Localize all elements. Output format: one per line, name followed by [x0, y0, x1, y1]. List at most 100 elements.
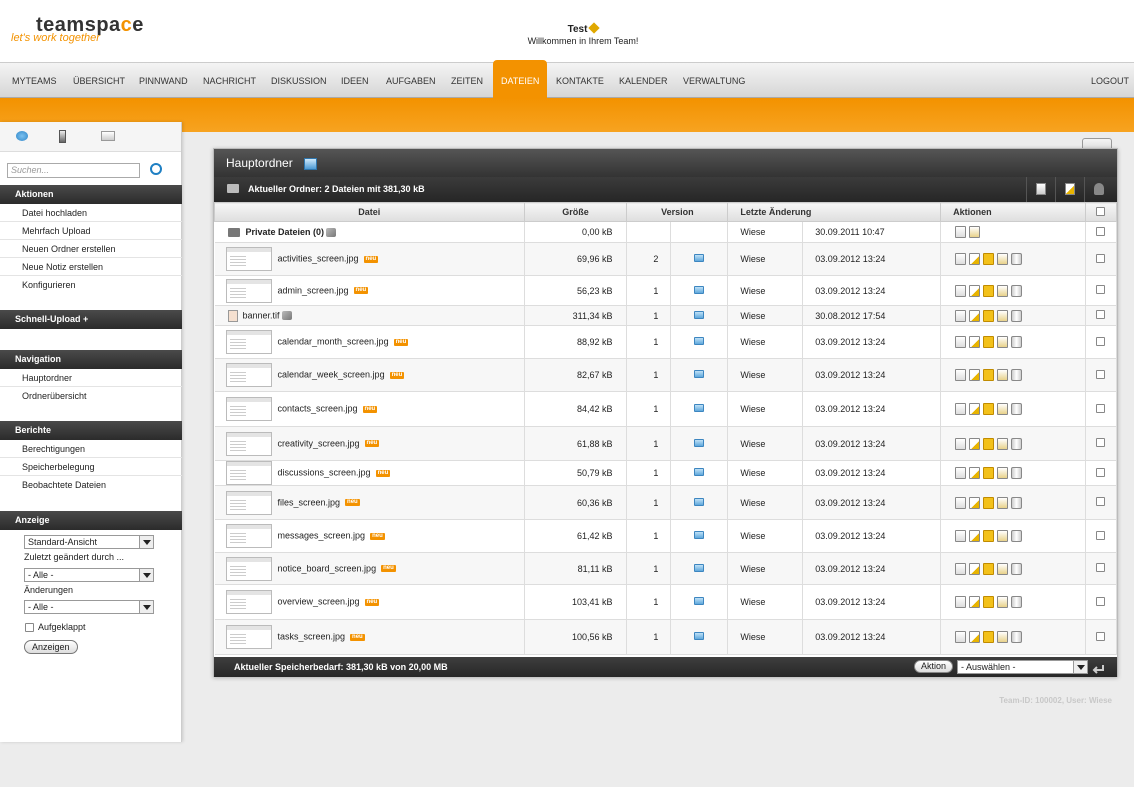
version-history-icon[interactable] — [694, 310, 705, 319]
delete-icon[interactable] — [1011, 530, 1023, 542]
move-icon[interactable] — [997, 562, 1009, 575]
view-select[interactable]: Standard-Ansicht — [24, 535, 154, 549]
table-row[interactable]: calendar_month_screen.jpg neu 88,92 kB 1 Wie… — [214, 325, 1118, 359]
view-icon[interactable] — [955, 369, 967, 381]
lock-icon[interactable] — [983, 631, 995, 643]
view-icon[interactable] — [955, 631, 967, 643]
row-checkbox[interactable] — [1096, 530, 1106, 540]
file-thumbnail[interactable] — [225, 590, 272, 614]
file-name-link[interactable]: Private Dateien (0) — [246, 227, 325, 237]
lock-icon[interactable] — [983, 336, 995, 348]
edit-pencil-icon[interactable] — [588, 22, 601, 34]
lock-icon[interactable] — [983, 437, 995, 450]
changes-select[interactable]: - Alle - — [24, 600, 154, 614]
lock-icon[interactable] — [983, 496, 995, 509]
table-row[interactable]: Private Dateien (0) 0,00 kB Wiese 30.09.201… — [214, 221, 1118, 243]
select-all-checkbox[interactable] — [1096, 206, 1106, 216]
delete-icon[interactable] — [1011, 309, 1023, 322]
row-checkbox[interactable] — [1096, 467, 1106, 477]
file-name-link[interactable]: contacts_screen.jpg — [278, 403, 358, 413]
chat-icon[interactable] — [16, 131, 28, 141]
lock-icon[interactable] — [983, 467, 995, 479]
return-arrow-icon[interactable] — [1092, 661, 1104, 674]
lock-icon[interactable] — [983, 284, 995, 297]
move-icon[interactable] — [997, 467, 1009, 479]
file-name-link[interactable]: discussions_screen.jpg — [278, 467, 371, 477]
file-thumbnail[interactable] — [225, 431, 272, 456]
table-row[interactable]: calendar_week_screen.jpg neu 82,67 kB 1 Wies… — [214, 358, 1118, 392]
changed-by-select[interactable]: - Alle - — [24, 568, 154, 582]
lock-icon[interactable] — [983, 530, 995, 542]
delete-icon[interactable] — [1011, 631, 1023, 643]
file-thumbnail[interactable] — [225, 278, 272, 303]
file-thumbnail[interactable] — [225, 397, 272, 421]
view-icon[interactable] — [955, 596, 967, 608]
file-thumbnail[interactable] — [225, 247, 272, 271]
row-checkbox[interactable] — [1096, 285, 1106, 294]
view-icon[interactable] — [955, 562, 967, 575]
sidebar-link-speicherbelegung[interactable]: Speicherbelegung — [0, 458, 182, 476]
edit-icon[interactable] — [969, 437, 981, 450]
version-history-icon[interactable] — [694, 285, 705, 294]
search-input[interactable]: Suchen... — [7, 163, 140, 178]
view-icon[interactable] — [955, 437, 967, 450]
row-checkbox[interactable] — [1096, 336, 1106, 346]
view-icon[interactable] — [955, 530, 967, 542]
edit-icon[interactable] — [969, 562, 981, 575]
table-row[interactable]: files_screen.jpg neu 60,36 kB 1 Wiese 03.09.2… — [214, 485, 1118, 520]
mail-icon[interactable] — [101, 131, 115, 141]
table-row[interactable]: contacts_screen.jpg neu 84,42 kB 1 Wiese 03.0… — [214, 391, 1118, 427]
file-thumbnail[interactable] — [225, 490, 272, 515]
view-icon[interactable] — [955, 253, 967, 265]
lock-icon[interactable] — [983, 403, 995, 415]
lock-icon[interactable] — [983, 369, 995, 381]
nav-logout[interactable]: LOGOUT — [1091, 63, 1129, 99]
nav-zeiten[interactable]: ZEITEN — [451, 63, 483, 99]
move-icon[interactable] — [997, 253, 1009, 265]
upload-button[interactable] — [1084, 177, 1112, 202]
row-checkbox[interactable] — [1096, 310, 1106, 319]
delete-icon[interactable] — [1011, 562, 1023, 575]
search-icon[interactable] — [150, 163, 162, 175]
table-row[interactable]: banner.tif 311,34 kB 1 Wiese 30.08.2012 17:5… — [214, 305, 1118, 326]
delete-icon[interactable] — [1011, 437, 1023, 450]
nav-aufgaben[interactable]: AUFGABEN — [386, 63, 436, 99]
nav-kontakte[interactable]: KONTAKTE — [556, 63, 604, 99]
row-checkbox[interactable] — [1096, 369, 1106, 379]
delete-icon[interactable] — [1011, 496, 1023, 509]
lock-icon[interactable] — [983, 596, 995, 608]
nav-dateien[interactable]: DATEIEN — [493, 60, 548, 99]
file-name-link[interactable]: activities_screen.jpg — [278, 253, 359, 263]
sidebar-link-ordneruebersicht[interactable]: Ordnerübersicht — [0, 387, 182, 405]
edit-icon[interactable] — [969, 336, 981, 348]
file-thumbnail[interactable] — [225, 461, 272, 485]
version-history-icon[interactable] — [694, 531, 705, 539]
folder-info-icon[interactable] — [304, 157, 318, 170]
table-row[interactable]: tasks_screen.jpg neu 100,56 kB 1 Wiese 03.09.… — [214, 619, 1118, 655]
nav-myteams[interactable]: MYTEAMS — [12, 63, 57, 99]
file-name-link[interactable]: banner.tif — [243, 310, 280, 320]
move-icon[interactable] — [969, 226, 981, 238]
new-note-button[interactable] — [1055, 177, 1083, 202]
file-name-link[interactable]: tasks_screen.jpg — [278, 631, 346, 641]
col-header-datei[interactable]: Datei — [214, 202, 525, 222]
row-checkbox[interactable] — [1096, 563, 1106, 572]
edit-icon[interactable] — [969, 369, 981, 381]
teamspace-logo[interactable]: teamspace let's work together — [11, 14, 144, 44]
sidebar-link-datei-hochladen[interactable]: Datei hochladen — [0, 204, 182, 222]
file-name-link[interactable]: overview_screen.jpg — [278, 596, 360, 606]
row-checkbox[interactable] — [1096, 596, 1106, 606]
file-thumbnail[interactable] — [225, 363, 272, 387]
table-row[interactable]: messages_screen.jpg neu 61,42 kB 1 Wiese 03.0… — [214, 519, 1118, 553]
delete-icon[interactable] — [1011, 403, 1023, 415]
version-history-icon[interactable] — [694, 497, 705, 506]
edit-icon[interactable] — [969, 530, 981, 542]
nav-uebersicht[interactable]: ÜBERSICHT — [73, 63, 125, 99]
version-history-icon[interactable] — [694, 370, 705, 378]
view-icon[interactable] — [955, 403, 967, 415]
sidebar-link-konfigurieren[interactable]: Konfigurieren — [0, 276, 182, 294]
table-row[interactable]: admin_screen.jpg neu 56,23 kB 1 Wiese 03.09.2… — [214, 275, 1118, 306]
col-header-letzte-aenderung[interactable]: Letzte Änderung — [727, 202, 942, 222]
move-icon[interactable] — [997, 403, 1009, 415]
sidebar-link-hauptordner[interactable]: Hauptordner — [0, 369, 182, 387]
